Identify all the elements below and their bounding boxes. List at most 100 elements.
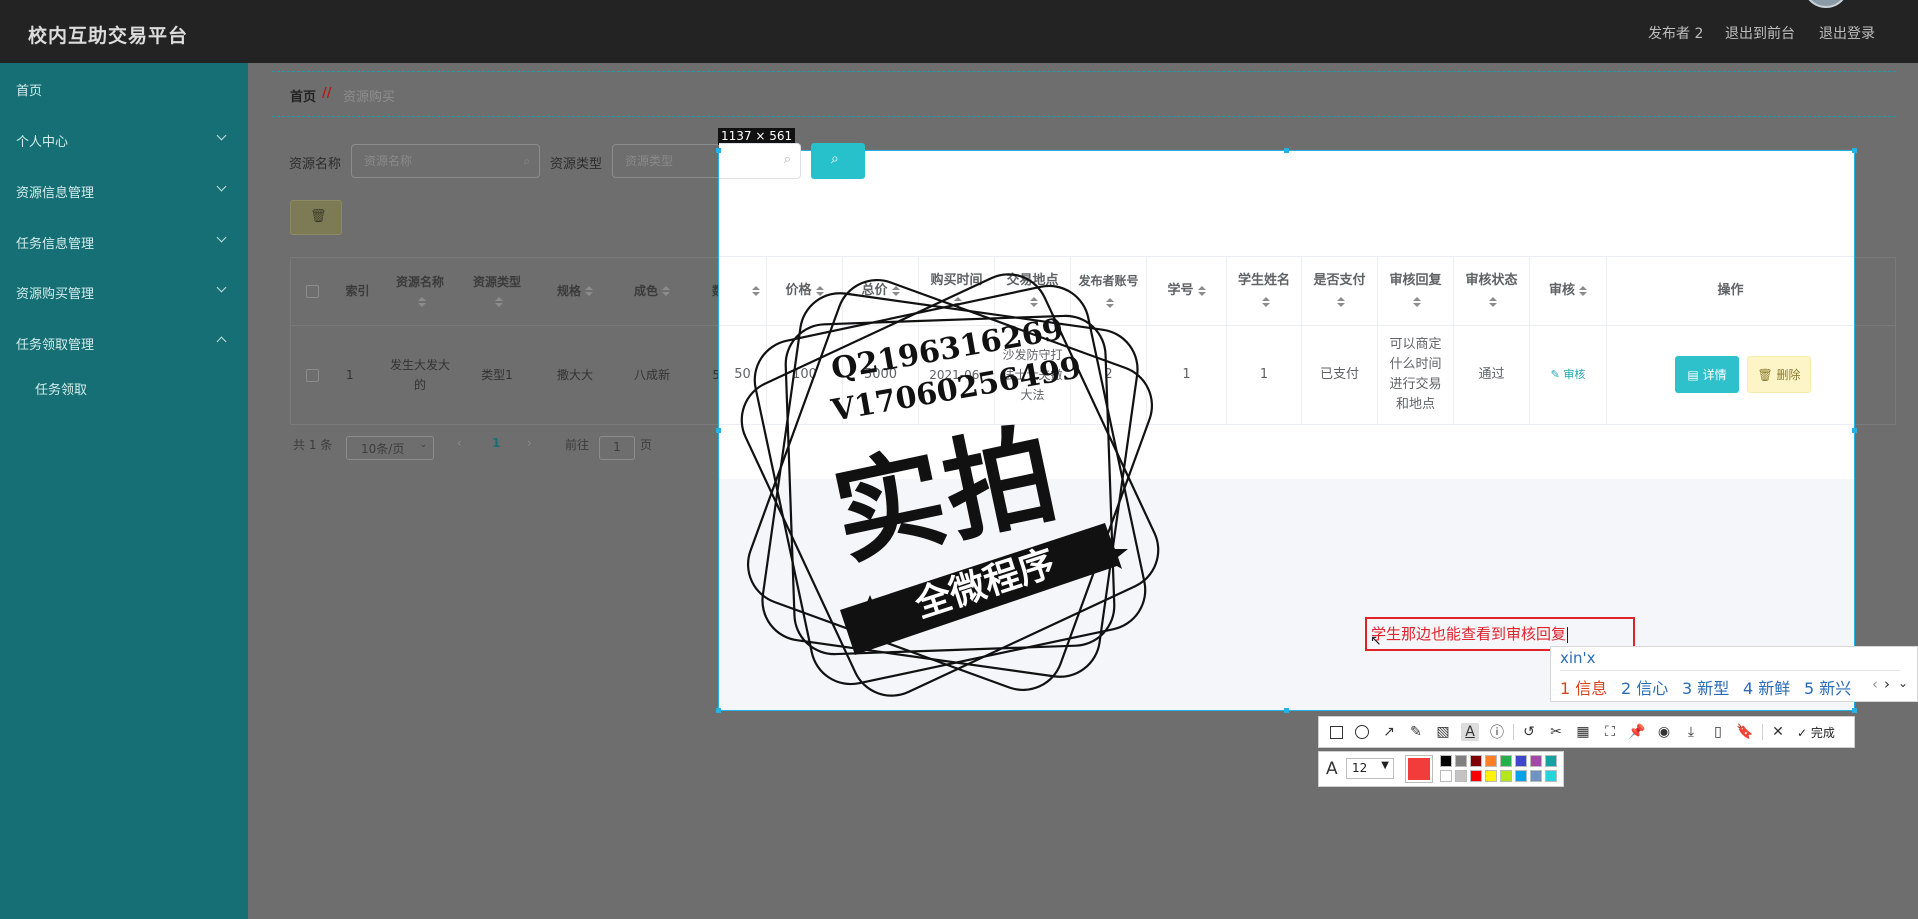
sidebar-item-resource-info[interactable]: 资源信息管理 [16, 182, 94, 201]
rectangle-tool-icon[interactable] [1327, 723, 1345, 741]
cell-review-reply: 可以商定什么时间进行交易和地点 [1378, 326, 1454, 424]
number-marker-icon[interactable]: ⓘ [1488, 723, 1506, 741]
column-paid[interactable]: 是否支付 [1302, 257, 1378, 325]
search-icon: ⌕ [523, 154, 530, 168]
sidebar-subitem-task-claim[interactable]: 任务领取 [35, 379, 87, 398]
breadcrumb-home[interactable]: 首页 [290, 86, 316, 105]
ime-candidate-4[interactable]: 4 新鲜 [1743, 675, 1790, 699]
goto-page-input[interactable]: 1 [599, 436, 635, 460]
cell-review-status: 通过 [1454, 326, 1530, 424]
pin-icon[interactable]: 📌 [1628, 723, 1646, 741]
record-icon[interactable]: ◉ [1655, 723, 1673, 741]
sidebar-item-task-info[interactable]: 任务信息管理 [16, 233, 94, 252]
next-page-button[interactable]: › [527, 436, 532, 450]
pen-tool-icon[interactable]: ✎ [1407, 723, 1425, 741]
text-tool-icon[interactable]: A [1461, 723, 1479, 741]
color-swatch[interactable] [1515, 755, 1527, 767]
resize-handle-ne[interactable] [1852, 148, 1857, 153]
ellipse-tool-icon[interactable] [1353, 723, 1371, 741]
app-window: { "header": { "title": "校内互助交易平台", "user… [0, 0, 1918, 919]
ime-candidate-1[interactable]: 1 信息 [1560, 675, 1607, 699]
ime-candidate-3[interactable]: 3 新型 [1682, 675, 1729, 699]
column-spec[interactable]: 规格 [540, 257, 610, 325]
breadcrumb-separator: // [322, 86, 332, 101]
review-link[interactable]: ✎ 审核 [1530, 326, 1607, 424]
ime-candidate-2[interactable]: 2 信心 [1621, 675, 1668, 699]
color-swatch[interactable] [1440, 755, 1452, 767]
color-swatch[interactable] [1455, 755, 1467, 767]
arrow-tool-icon[interactable]: ↗ [1380, 723, 1398, 741]
resize-handle-s[interactable] [1284, 708, 1289, 713]
color-swatch[interactable] [1500, 770, 1512, 782]
selection-type-input[interactable]: ⌕ [719, 143, 801, 179]
done-button[interactable]: ✓ 完成 [1797, 724, 1835, 741]
logout-link[interactable]: 退出登录 [1819, 23, 1875, 43]
prev-page-button[interactable]: ‹ [457, 436, 462, 450]
color-swatch[interactable] [1500, 755, 1512, 767]
color-swatch[interactable] [1470, 770, 1482, 782]
color-swatch[interactable] [1485, 770, 1497, 782]
column-review-status[interactable]: 审核状态 [1454, 257, 1530, 325]
download-icon[interactable]: ⤓ [1682, 723, 1700, 741]
color-swatch[interactable] [1545, 755, 1557, 767]
column-resource-type[interactable]: 资源类型 [462, 257, 532, 325]
select-all-checkbox[interactable] [306, 285, 319, 298]
cell-index: 1 [346, 368, 354, 382]
goto-label: 前往 [565, 438, 590, 452]
column-student-name[interactable]: 学生姓名 [1227, 257, 1302, 325]
color-swatch[interactable] [1470, 755, 1482, 767]
color-swatch[interactable] [1530, 770, 1542, 782]
text-cursor [1567, 626, 1569, 643]
delete-button[interactable]: 🗑 删除 [1747, 356, 1811, 393]
trash-icon: 🗑 [1757, 367, 1777, 382]
ime-candidate-5[interactable]: 5 新兴 [1804, 675, 1851, 699]
batch-delete-button[interactable]: 🗑 [290, 200, 342, 235]
sidebar-item-resource-purchase[interactable]: 资源购买管理 [16, 283, 94, 302]
resize-handle-se[interactable] [1852, 708, 1857, 713]
sidebar-item-home[interactable]: 首页 [16, 80, 42, 99]
resize-handle-nw[interactable] [716, 148, 721, 153]
crop-icon[interactable]: ⛶ [1601, 723, 1619, 741]
undo-icon[interactable]: ↺ [1520, 723, 1538, 741]
column-index[interactable]: 索引 [330, 257, 385, 325]
column-review[interactable]: 审核 [1530, 257, 1607, 325]
page-number-current[interactable]: 1 [492, 436, 500, 450]
current-color-swatch[interactable] [1405, 755, 1433, 783]
sidebar-item-task-claim[interactable]: 任务领取管理 [16, 334, 94, 353]
page-size-select[interactable]: 10条/页 ⌄ [346, 436, 434, 460]
sidebar-item-personal-center[interactable]: 个人中心 [16, 131, 68, 150]
ime-next-icon[interactable]: › [1884, 675, 1890, 693]
color-swatch[interactable] [1440, 770, 1452, 782]
exit-to-frontend-link[interactable]: 退出到前台 [1725, 23, 1795, 43]
mosaic-tool-icon[interactable]: ▧ [1434, 723, 1452, 741]
scissors-icon[interactable]: ✂ [1547, 723, 1565, 741]
color-swatch[interactable] [1485, 755, 1497, 767]
color-swatch[interactable] [1545, 770, 1557, 782]
resize-handle-sw[interactable] [716, 708, 721, 713]
resource-name-input[interactable]: 资源名称 ⌕ [351, 144, 540, 178]
resource-type-input[interactable]: 资源类型 [612, 144, 722, 178]
ime-prev-icon[interactable]: ‹ [1872, 675, 1878, 693]
phone-icon[interactable]: ▯ [1709, 723, 1727, 741]
column-review-reply[interactable]: 审核回复 [1378, 257, 1454, 325]
row-checkbox[interactable] [306, 369, 319, 382]
ime-expand-icon[interactable]: ⌄ [1898, 676, 1908, 690]
column-condition[interactable]: 成色 [617, 257, 687, 325]
color-swatch[interactable] [1530, 755, 1542, 767]
column-resource-name[interactable]: 资源名称 [385, 257, 455, 325]
search-button[interactable]: ⌕ [811, 143, 865, 179]
close-icon[interactable]: ✕ [1769, 723, 1787, 741]
resource-type-label: 资源类型 [550, 157, 603, 172]
ocr-icon[interactable]: ▦ [1574, 723, 1592, 741]
document-icon: ▤ [1687, 367, 1703, 382]
color-swatch[interactable] [1515, 770, 1527, 782]
resize-handle-n[interactable] [1284, 148, 1289, 153]
font-size-select[interactable]: 12 ▼ [1346, 758, 1394, 779]
detail-button[interactable]: ▤ 详情 [1675, 356, 1739, 393]
color-swatch[interactable] [1455, 770, 1467, 782]
resize-handle-e[interactable] [1852, 428, 1857, 433]
breadcrumb-current: 资源购买 [343, 90, 396, 105]
resize-handle-w[interactable] [716, 428, 721, 433]
resource-name-label: 资源名称 [289, 157, 342, 172]
bookmark-icon[interactable]: 🔖 [1736, 723, 1754, 741]
